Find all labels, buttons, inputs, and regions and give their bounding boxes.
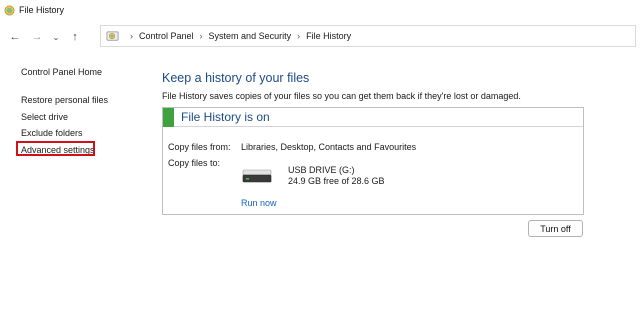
sidebar-exclude-folders[interactable]: Exclude folders [21,125,141,142]
main-content: Keep a history of your files File Histor… [162,71,640,105]
window-title: File History [19,5,65,15]
breadcrumb-separator[interactable]: › [200,31,203,41]
status-title: File History is on [181,110,270,124]
breadcrumb-file-history[interactable]: File History [306,31,351,41]
usb-drive-icon [242,169,272,183]
sidebar-select-drive[interactable]: Select drive [21,109,141,126]
advanced-settings-highlight [16,141,95,156]
control-panel-icon [106,30,119,41]
up-button[interactable]: ↑ [64,26,86,48]
copy-to-label: Copy files to: [168,158,221,168]
address-bar[interactable]: › Control Panel › System and Security › … [100,25,636,47]
breadcrumb-control-panel[interactable]: Control Panel [139,31,194,41]
forward-arrow-icon: → [31,31,43,43]
breadcrumb-system-security[interactable]: System and Security [209,31,292,41]
copy-from-value: Libraries, Desktop, Contacts and Favouri… [241,142,417,152]
breadcrumb-separator[interactable]: › [297,31,300,41]
back-arrow-icon: ← [9,31,21,43]
turn-off-button[interactable]: Turn off [528,220,583,237]
back-button[interactable]: ← [4,26,26,48]
sidebar: Control Panel Home Restore personal file… [16,67,141,158]
file-history-icon [4,5,15,15]
up-arrow-icon: ↑ [72,31,78,43]
copy-from-label: Copy files from: [168,142,231,152]
recent-locations-button[interactable]: ⌄ [48,26,64,48]
status-header: File History is on [163,108,583,127]
sidebar-control-panel-home[interactable]: Control Panel Home [21,67,141,77]
navigation-bar: ← → ⌄ ↑ › Control Panel › System and Sec… [0,24,640,50]
run-now-link[interactable]: Run now [241,198,277,208]
title-bar: File History [0,0,640,20]
page-description: File History saves copies of your files … [162,91,521,101]
breadcrumb-separator: › [130,31,133,41]
sidebar-restore-personal-files[interactable]: Restore personal files [21,92,141,109]
status-indicator-bar [163,108,174,127]
page-heading: Keep a history of your files [162,71,310,85]
file-history-status-panel: File History is on Copy files from: Libr… [162,107,584,215]
drive-name: USB DRIVE (G:) [288,165,355,175]
drive-free-space: 24.9 GB free of 28.6 GB [288,176,385,186]
chevron-down-icon: ⌄ [52,32,60,42]
forward-button[interactable]: → [26,26,48,48]
